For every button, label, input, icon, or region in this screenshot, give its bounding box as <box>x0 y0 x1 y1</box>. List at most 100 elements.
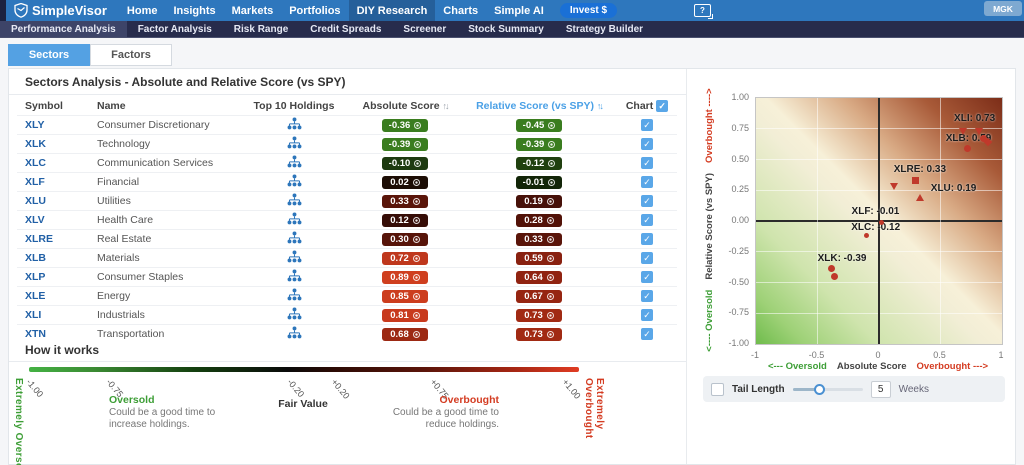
subnav-item-stock-summary[interactable]: Stock Summary <box>457 21 555 37</box>
symbol-cell[interactable]: XLI <box>17 306 89 325</box>
holdings-icon[interactable] <box>287 155 302 168</box>
chart-all-checkbox[interactable]: ✓ <box>656 100 668 112</box>
absolute-score-badge[interactable]: 0.72 <box>382 252 428 265</box>
col-relative-score[interactable]: Relative Score (vs SPY) ↑↓ <box>461 96 617 116</box>
absolute-score-badge[interactable]: -0.36 <box>382 119 428 132</box>
chart-point-xlk[interactable] <box>828 265 835 272</box>
chart-point-xlb[interactable] <box>964 145 971 152</box>
sort-icon-relative[interactable]: ↑↓ <box>597 101 602 111</box>
symbol-cell[interactable]: XLB <box>17 249 89 268</box>
subnav-item-screener[interactable]: Screener <box>392 21 457 37</box>
chart-row-checkbox[interactable]: ✓ <box>641 214 653 226</box>
relative-score-badge[interactable]: 0.28 <box>516 214 562 227</box>
symbol-cell[interactable]: XLK <box>17 135 89 154</box>
chart-row-checkbox[interactable]: ✓ <box>641 176 653 188</box>
symbol-cell[interactable]: XLE <box>17 287 89 306</box>
slider-knob[interactable] <box>814 384 825 395</box>
holdings-icon[interactable] <box>287 174 302 187</box>
nav-item-insights[interactable]: Insights <box>165 0 223 21</box>
absolute-score-badge[interactable]: 0.12 <box>382 214 428 227</box>
col-absolute-score[interactable]: Absolute Score ↑↓ <box>349 96 461 116</box>
chart-row-checkbox[interactable]: ✓ <box>641 119 653 131</box>
absolute-score-badge[interactable]: 0.81 <box>382 309 428 322</box>
subnav-item-risk-range[interactable]: Risk Range <box>223 21 299 37</box>
symbol-cell[interactable]: XLU <box>17 192 89 211</box>
chart-point-xly[interactable] <box>831 273 838 280</box>
y-tick-label: 0.25 <box>721 184 749 194</box>
subnav-item-factor-analysis[interactable]: Factor Analysis <box>127 21 223 37</box>
holdings-cell <box>239 116 349 135</box>
invest-button[interactable]: Invest $ <box>560 3 617 18</box>
tab-factors[interactable]: Factors <box>90 44 172 66</box>
user-badge[interactable]: MGK <box>984 1 1022 16</box>
chart-point-xlf[interactable] <box>879 220 884 225</box>
tail-length-slider[interactable] <box>793 384 863 395</box>
holdings-icon[interactable] <box>287 231 302 244</box>
tail-length-input[interactable] <box>871 381 891 398</box>
chart-row-checkbox[interactable]: ✓ <box>641 309 653 321</box>
nav-item-charts[interactable]: Charts <box>435 0 486 21</box>
x-tick-label: 1 <box>986 350 1016 360</box>
absolute-score-badge[interactable]: -0.39 <box>382 138 428 151</box>
symbol-cell[interactable]: XLF <box>17 173 89 192</box>
chart-point-xlre[interactable] <box>912 177 919 184</box>
holdings-icon[interactable] <box>287 307 302 320</box>
holdings-icon[interactable] <box>287 250 302 263</box>
history-icon <box>413 312 420 319</box>
nav-item-diy-research[interactable]: DIY Research <box>349 0 436 21</box>
chart-row-checkbox[interactable]: ✓ <box>641 157 653 169</box>
holdings-icon[interactable] <box>287 136 302 149</box>
holdings-icon[interactable] <box>287 288 302 301</box>
holdings-icon[interactable] <box>287 212 302 225</box>
relative-score-badge[interactable]: 0.19 <box>516 195 562 208</box>
absolute-score-badge[interactable]: 0.02 <box>382 176 428 189</box>
absolute-score-badge[interactable]: 0.33 <box>382 195 428 208</box>
absolute-score-badge[interactable]: -0.10 <box>382 157 428 170</box>
chart-row-checkbox[interactable]: ✓ <box>641 138 653 150</box>
nav-item-simple-ai[interactable]: Simple AI <box>486 0 552 21</box>
relative-score-badge[interactable]: 0.64 <box>516 271 562 284</box>
symbol-cell[interactable]: XLRE <box>17 230 89 249</box>
sort-icon-absolute[interactable]: ↑↓ <box>442 101 447 111</box>
chart-point-xlu[interactable] <box>916 194 924 201</box>
tail-length-checkbox[interactable] <box>711 383 724 396</box>
chart-row-checkbox[interactable]: ✓ <box>641 252 653 264</box>
chart-point-xlv[interactable] <box>890 183 898 190</box>
chart-point-xli[interactable] <box>975 128 983 135</box>
tab-sectors[interactable]: Sectors <box>8 44 90 66</box>
holdings-icon[interactable] <box>287 193 302 206</box>
relative-score-badge[interactable]: -0.39 <box>516 138 562 151</box>
relative-score-badge[interactable]: -0.01 <box>516 176 562 189</box>
help-icon[interactable]: ? <box>694 4 711 17</box>
nav-item-home[interactable]: Home <box>119 0 166 21</box>
subnav-item-performance-analysis[interactable]: Performance Analysis <box>0 21 127 37</box>
subnav-item-strategy-builder[interactable]: Strategy Builder <box>555 21 654 37</box>
chart-row-checkbox[interactable]: ✓ <box>641 290 653 302</box>
relative-score-badge[interactable]: -0.12 <box>516 157 562 170</box>
holdings-icon[interactable] <box>287 269 302 282</box>
chart-point-xtn[interactable] <box>959 128 967 135</box>
absolute-score-badge[interactable]: 0.89 <box>382 271 428 284</box>
holdings-icon[interactable] <box>287 326 302 339</box>
x-oversold-label: <--- Oversold <box>768 361 827 372</box>
chart-point-xlc[interactable] <box>864 233 869 238</box>
subnav-item-credit-spreads[interactable]: Credit Spreads <box>299 21 392 37</box>
symbol-cell[interactable]: XLP <box>17 268 89 287</box>
symbol-cell[interactable]: XLC <box>17 154 89 173</box>
symbol-cell[interactable]: XLY <box>17 116 89 135</box>
nav-item-portfolios[interactable]: Portfolios <box>281 0 348 21</box>
brand-logo[interactable]: SimpleVisor <box>14 3 107 18</box>
symbol-cell[interactable]: XLV <box>17 211 89 230</box>
chart-row-checkbox[interactable]: ✓ <box>641 271 653 283</box>
relative-score-badge[interactable]: 0.67 <box>516 290 562 303</box>
chart-row-checkbox[interactable]: ✓ <box>641 195 653 207</box>
absolute-score-badge[interactable]: 0.85 <box>382 290 428 303</box>
chart-row-checkbox[interactable]: ✓ <box>641 233 653 245</box>
relative-score-badge[interactable]: 0.59 <box>516 252 562 265</box>
absolute-score-badge[interactable]: 0.30 <box>382 233 428 246</box>
relative-score-badge[interactable]: 0.73 <box>516 309 562 322</box>
relative-score-badge[interactable]: -0.45 <box>516 119 562 132</box>
relative-score-badge[interactable]: 0.33 <box>516 233 562 246</box>
holdings-icon[interactable] <box>287 117 302 130</box>
nav-item-markets[interactable]: Markets <box>224 0 282 21</box>
